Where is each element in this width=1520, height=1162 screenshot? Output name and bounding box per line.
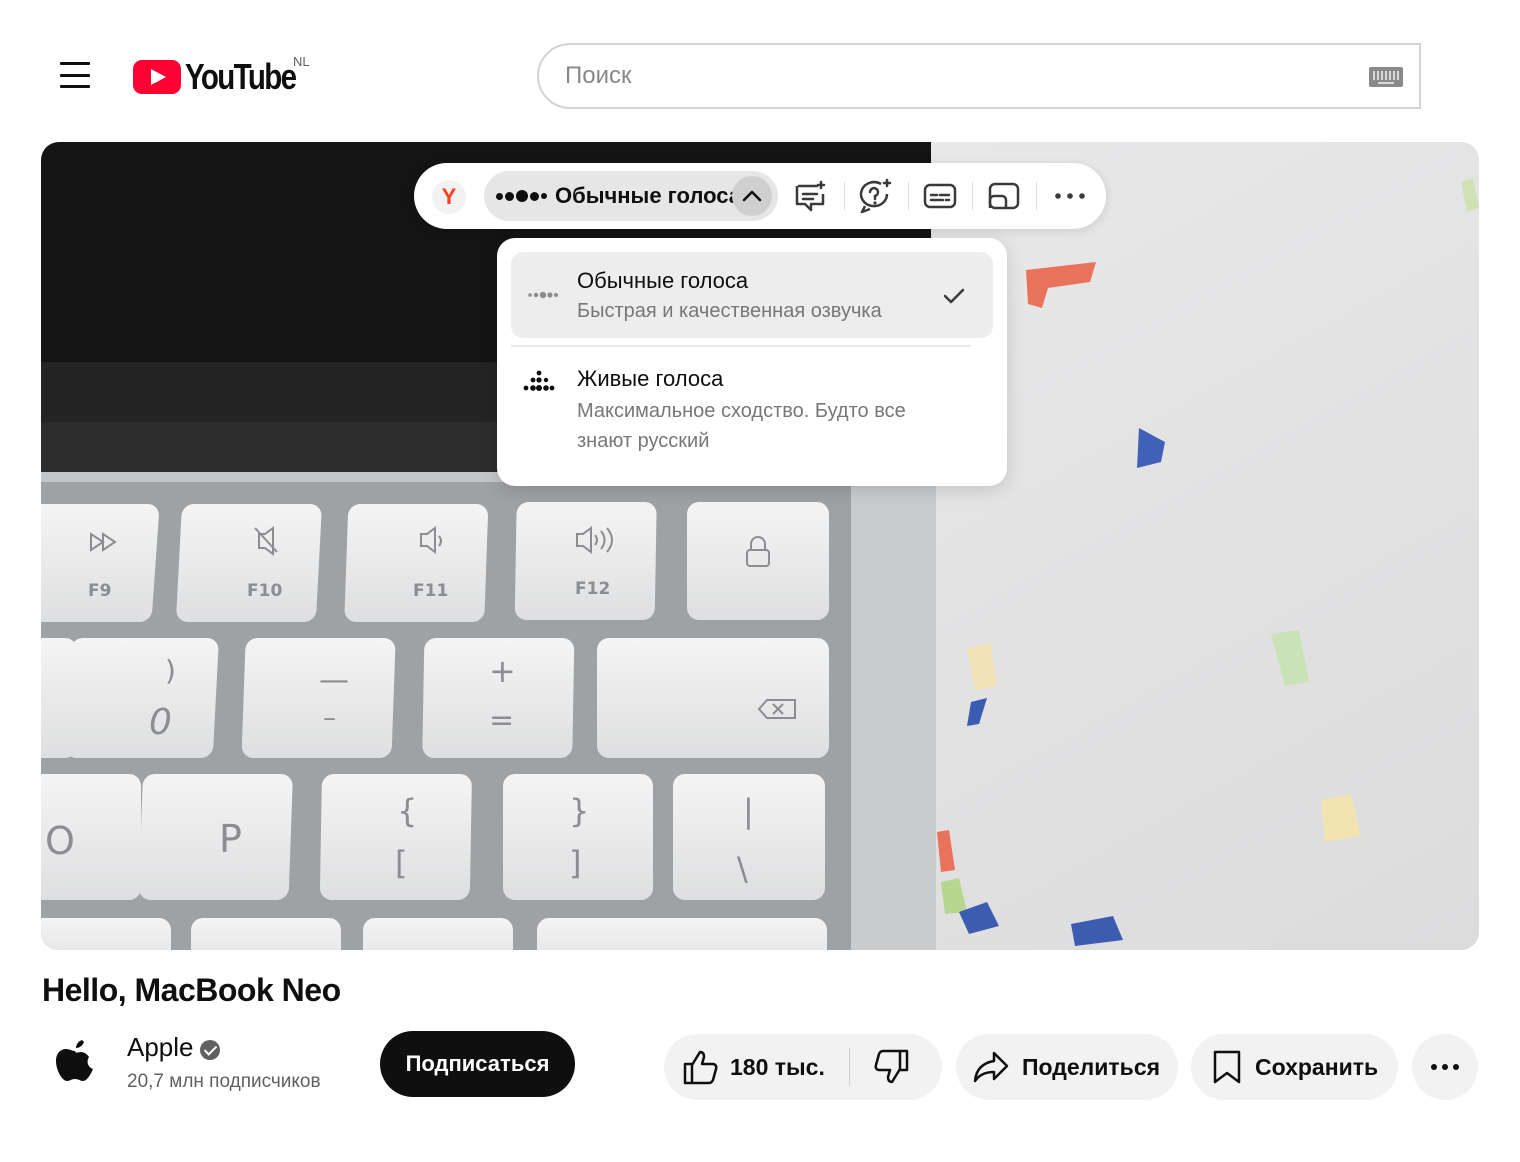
key-plus: + bbox=[489, 652, 516, 690]
channel-name[interactable]: Apple bbox=[127, 1032, 194, 1063]
share-icon bbox=[973, 1051, 1009, 1083]
key-brace-close: } bbox=[569, 792, 589, 830]
key-brace-open: { bbox=[397, 792, 417, 830]
key-f11: F11 bbox=[413, 581, 448, 601]
thumbs-up-icon bbox=[683, 1050, 718, 1085]
voice-mode-dropdown: Обычные голоса Быстрая и качественная оз… bbox=[497, 238, 1007, 486]
thumbs-down-icon bbox=[874, 1049, 909, 1084]
key-p: P bbox=[219, 817, 242, 861]
masthead: YouTube NL bbox=[40, 40, 1490, 116]
voice-dots-icon bbox=[496, 190, 547, 202]
key-o: O bbox=[45, 819, 75, 863]
picture-in-picture-icon[interactable] bbox=[984, 176, 1024, 216]
bookmark-icon bbox=[1213, 1050, 1241, 1084]
video-title: Hello, MacBook Neo bbox=[42, 972, 341, 1008]
like-divider bbox=[849, 1048, 850, 1086]
toolbar-divider bbox=[908, 182, 909, 210]
captions-icon[interactable] bbox=[920, 176, 960, 216]
more-actions-button[interactable] bbox=[1412, 1034, 1478, 1100]
share-label: Поделиться bbox=[1022, 1053, 1161, 1080]
apple-logo-icon[interactable] bbox=[52, 1034, 98, 1090]
toolbar-divider bbox=[1036, 182, 1037, 210]
share-button[interactable]: Поделиться bbox=[956, 1034, 1178, 1100]
key-pipe: | bbox=[743, 792, 754, 830]
key-zero: 0 bbox=[149, 702, 172, 743]
voice-option-subtitle: Максимальное сходство. Будто все знают р… bbox=[577, 400, 906, 452]
like-dislike-group: 180 тыс. bbox=[664, 1034, 942, 1100]
key-f9: F9 bbox=[88, 581, 111, 601]
country-code: NL bbox=[293, 54, 310, 69]
like-button[interactable]: 180 тыс. bbox=[664, 1034, 849, 1100]
like-count: 180 тыс. bbox=[730, 1053, 825, 1080]
dropdown-divider bbox=[511, 345, 971, 347]
subscriber-count: 20,7 млн подписчиков bbox=[127, 1071, 321, 1092]
keyboard-icon[interactable] bbox=[1369, 67, 1403, 87]
key-f12: F12 bbox=[575, 579, 610, 599]
subtitles-sparkle-icon[interactable] bbox=[792, 176, 832, 216]
yandex-logo-icon[interactable]: Y bbox=[432, 180, 466, 214]
save-label: Сохранить bbox=[1255, 1053, 1379, 1080]
checkmark-icon bbox=[943, 288, 965, 304]
voice-option-subtitle: Быстрая и качественная озвучка bbox=[577, 300, 882, 322]
voice-dots-icon bbox=[528, 291, 558, 299]
search-box bbox=[537, 43, 1421, 109]
verified-badge-icon bbox=[200, 1040, 220, 1060]
key-equals: = bbox=[489, 703, 514, 738]
voice-option-title: Обычные голоса bbox=[577, 268, 749, 293]
voice-option-live[interactable]: Живые голоса Максимальное сходство. Будт… bbox=[511, 354, 993, 472]
key-dash-bottom: – bbox=[323, 703, 336, 733]
voice-mode-selector[interactable]: Обычные голоса bbox=[484, 171, 778, 221]
key-bracket-open: [ bbox=[395, 844, 407, 882]
voice-option-title: Живые голоса bbox=[577, 366, 724, 391]
toolbar-divider bbox=[844, 182, 845, 210]
subscribe-button[interactable]: Подписаться bbox=[380, 1031, 575, 1097]
more-icon[interactable] bbox=[1050, 176, 1090, 216]
key-backslash: \ bbox=[737, 850, 748, 888]
key-bracket-close: ] bbox=[569, 844, 581, 882]
menu-icon[interactable] bbox=[60, 62, 90, 88]
more-icon bbox=[1431, 1064, 1459, 1070]
youtube-logo[interactable]: YouTube bbox=[133, 56, 320, 98]
translator-toolbar: Y Обычные голоса bbox=[414, 163, 1106, 229]
question-sparkle-icon[interactable] bbox=[856, 176, 896, 216]
video-player[interactable]: F9 F10 F11 F12 ) 0 — – + = O P {[}] |… bbox=[41, 142, 1479, 950]
toolbar-divider bbox=[972, 182, 973, 210]
chevron-up-icon[interactable] bbox=[732, 176, 772, 216]
voice-option-regular[interactable]: Обычные голоса Быстрая и качественная оз… bbox=[511, 252, 993, 338]
search-input[interactable] bbox=[565, 62, 1325, 90]
live-voices-icon bbox=[523, 370, 555, 391]
save-button[interactable]: Сохранить bbox=[1191, 1034, 1398, 1100]
dislike-button[interactable] bbox=[862, 1034, 922, 1100]
youtube-play-icon bbox=[133, 60, 181, 94]
key-paren: ) bbox=[165, 654, 176, 687]
key-f10: F10 bbox=[247, 581, 282, 601]
key-dash-top: — bbox=[319, 663, 349, 698]
logo-text: YouTube bbox=[185, 56, 297, 97]
voice-mode-label: Обычные голоса bbox=[555, 183, 742, 208]
